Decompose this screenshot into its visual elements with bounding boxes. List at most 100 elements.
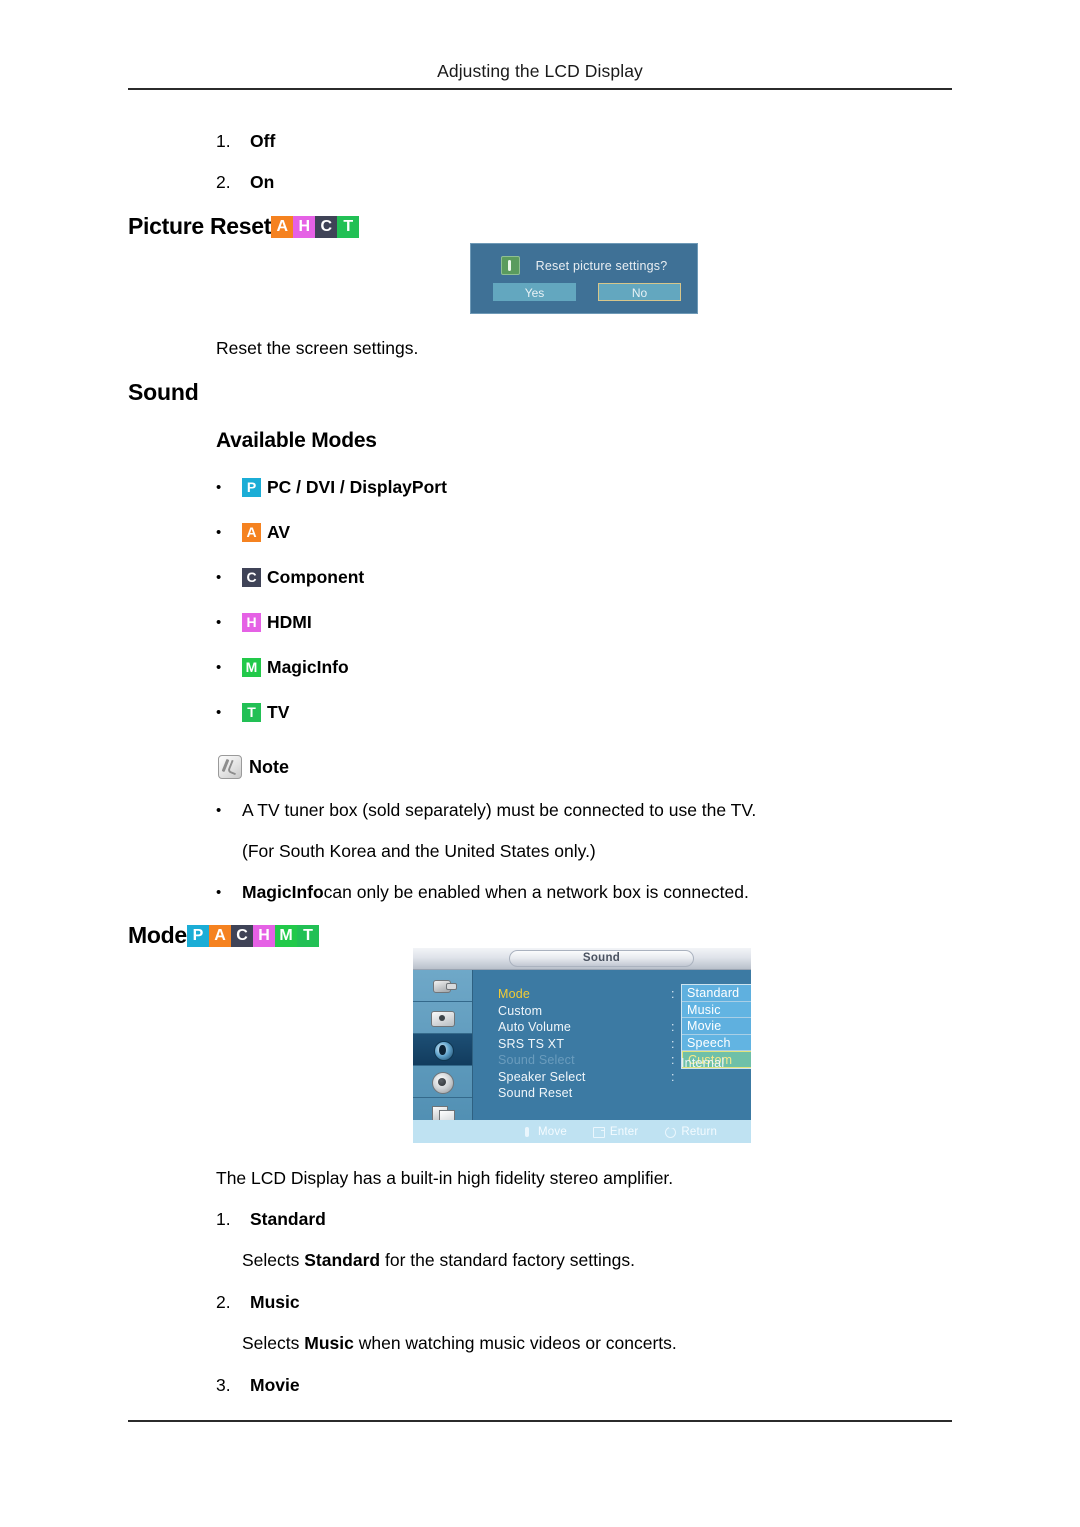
mode-badge-tv: T <box>296 924 319 947</box>
mode-badge-magicinfo: M <box>274 924 297 947</box>
osd-sidebar <box>413 970 473 1143</box>
sound-icon <box>428 1040 458 1061</box>
dialog-yes-button[interactable]: Yes <box>493 283 576 301</box>
dialog-no-button[interactable]: No <box>598 283 681 301</box>
osd-value-colons: : :::: <box>671 987 675 1084</box>
osd-sidebar-item-input[interactable] <box>413 970 472 1002</box>
note-bullet-text: A TV tuner box (sold separately) must be… <box>242 800 757 820</box>
osd-menu-item-sound-select: Sound Select <box>498 1053 575 1067</box>
osd-sidebar-item-picture[interactable] <box>413 1002 472 1034</box>
osd-menu-item-auto-volume[interactable]: Auto Volume <box>498 1019 586 1036</box>
available-mode-label: PC / DVI / DisplayPort <box>267 477 447 497</box>
available-mode-label: Component <box>267 567 365 587</box>
osd-option-movie[interactable]: Movie <box>682 1018 751 1035</box>
mode-badge-av: A <box>271 215 294 238</box>
mode-badge-hdmi: H <box>252 924 275 947</box>
picture-icon <box>428 1008 458 1028</box>
mode-badge-pc: P <box>186 924 209 947</box>
mode-item-standard-desc: Selects Standard for the standard factor… <box>242 1250 635 1272</box>
osd-menu-item-sound-reset[interactable]: Sound Reset <box>498 1085 586 1102</box>
available-mode-magicinfo: • M MagicInfo <box>216 657 349 678</box>
bullet-dot: • <box>216 884 222 901</box>
note-bullet-rest: can only be enabled when a network box i… <box>323 882 749 902</box>
mode-badge-tv: T <box>242 703 261 722</box>
list-label: On <box>250 172 275 192</box>
note-bullet-lead: MagicInfo <box>242 882 324 902</box>
available-mode-pc: • P PC / DVI / DisplayPort <box>216 477 447 498</box>
osd-footer-label: Move <box>538 1125 567 1138</box>
osd-menu-item-srs-ts-xt[interactable]: SRS TS XT <box>498 1036 586 1053</box>
bullet-dot: • <box>216 659 222 676</box>
mode-badge-hdmi: H <box>242 613 261 632</box>
bullet-dot: • <box>216 614 222 631</box>
list-label: Standard <box>250 1209 326 1229</box>
mode-badge-av: A <box>208 924 231 947</box>
available-mode-av: • A AV <box>216 522 290 543</box>
osd-option-music[interactable]: Music <box>682 1001 751 1018</box>
osd-menu-list: Mode Custom Auto Volume SRS TS XT Sound … <box>498 986 586 1102</box>
osd-menu-item-speaker-select[interactable]: Speaker Select <box>498 1069 586 1086</box>
osd-menu-item-custom[interactable]: Custom <box>498 1003 586 1020</box>
available-mode-component: • C Component <box>216 567 364 588</box>
dialog-message: Reset picture settings? <box>535 258 668 273</box>
desc-post: when watching music videos or concerts. <box>353 1333 677 1353</box>
osd-speaker-select-value: Internal <box>681 1056 725 1070</box>
available-mode-label: TV <box>267 702 290 722</box>
osd-option-standard[interactable]: Standard <box>682 985 751 1002</box>
mode-item-movie: 3. Movie <box>216 1375 300 1396</box>
osd-sidebar-item-sound[interactable] <box>413 1034 472 1066</box>
mode-badge-magicinfo: M <box>242 658 261 677</box>
mode-item-standard: 1. Standard <box>216 1209 326 1230</box>
header-rule <box>128 88 952 90</box>
list-number: 2. <box>216 172 231 192</box>
dialog-buttons: Yes No <box>493 283 681 301</box>
sound-heading: Sound <box>128 379 199 405</box>
footer-rule <box>128 1420 952 1422</box>
osd-footer-label: Enter <box>609 1125 639 1138</box>
osd-option-speech[interactable]: Speech <box>682 1034 751 1051</box>
mode-heading: Mode P A C H M T <box>128 922 319 949</box>
osd-titlebar: Sound <box>413 948 751 970</box>
available-mode-label: MagicInfo <box>267 657 349 677</box>
mode-badge-group: A H C T <box>271 215 360 238</box>
list-number: 1. <box>216 131 231 151</box>
osd-body: Mode Custom Auto Volume SRS TS XT Sound … <box>473 970 751 1120</box>
osd-footer-return: Return <box>664 1125 717 1138</box>
available-mode-label: AV <box>267 522 291 542</box>
bullet-dot: • <box>216 569 222 586</box>
list-number: 2. <box>216 1292 231 1312</box>
available-mode-hdmi: • H HDMI <box>216 612 312 633</box>
bullet-dot: • <box>216 479 222 496</box>
mode-badge-tv: T <box>337 215 360 238</box>
note-bullet-magicinfo: • MagicInfo can only be enabled when a n… <box>216 882 749 903</box>
osd-footer: Move Enter Return <box>413 1120 751 1143</box>
note-label: Note <box>249 756 289 777</box>
osd-sidebar-item-setup[interactable] <box>413 1066 472 1098</box>
heading-text: Picture Reset <box>128 213 272 239</box>
list-label: Movie <box>250 1375 300 1395</box>
dialog-message-row: Reset picture settings? <box>471 256 697 275</box>
desc-pre: Selects <box>242 1250 305 1270</box>
bullet-dot: • <box>216 704 222 721</box>
info-icon <box>500 256 520 275</box>
osd-menu-item-mode[interactable]: Mode <box>498 986 586 1003</box>
note-icon <box>218 755 242 779</box>
available-mode-tv: • T TV <box>216 702 289 723</box>
list-number: 1. <box>216 1209 231 1229</box>
picture-reset-description: Reset the screen settings. <box>216 338 419 358</box>
running-head: Adjusting the LCD Display <box>437 61 643 81</box>
mode-intro-text: The LCD Display has a built-in high fide… <box>216 1168 674 1188</box>
mode-item-music: 2. Music <box>216 1292 300 1313</box>
note-bullet-tv-tuner: • A TV tuner box (sold separately) must … <box>216 800 756 821</box>
mode-badge-hdmi: H <box>293 215 316 238</box>
return-icon <box>664 1125 677 1138</box>
list-label: Off <box>250 131 276 151</box>
input-icon <box>428 976 458 996</box>
osd-footer-move: Move <box>521 1126 567 1138</box>
setup-icon <box>428 1071 458 1094</box>
available-modes-heading: Available Modes <box>216 429 377 452</box>
mode-badge-component: C <box>315 215 338 238</box>
desc-bold: Music <box>304 1333 354 1353</box>
mode-badge-component: C <box>230 924 253 947</box>
mode-item-music-desc: Selects Music when watching music videos… <box>242 1333 677 1355</box>
